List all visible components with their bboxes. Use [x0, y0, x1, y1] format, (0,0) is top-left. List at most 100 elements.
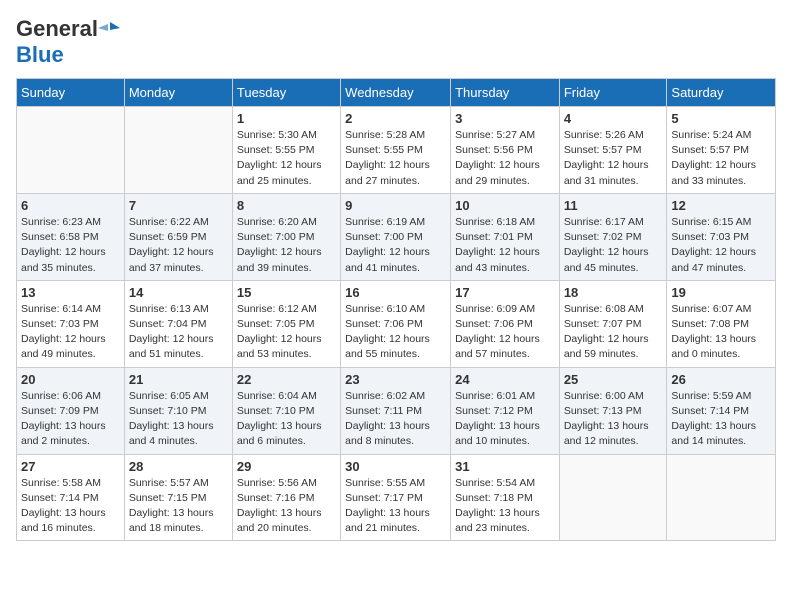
page-header: General Blue	[16, 16, 776, 68]
day-info: Sunrise: 5:58 AMSunset: 7:14 PMDaylight:…	[21, 476, 120, 537]
day-info: Sunrise: 6:10 AMSunset: 7:06 PMDaylight:…	[345, 302, 446, 363]
day-number: 31	[455, 459, 555, 474]
day-info: Sunrise: 5:28 AMSunset: 5:55 PMDaylight:…	[345, 128, 446, 189]
calendar-cell: 26 Sunrise: 5:59 AMSunset: 7:14 PMDayligh…	[667, 367, 776, 454]
col-monday: Monday	[124, 79, 232, 107]
day-number: 26	[671, 372, 771, 387]
calendar-cell: 24 Sunrise: 6:01 AMSunset: 7:12 PMDayligh…	[451, 367, 560, 454]
day-number: 10	[455, 198, 555, 213]
col-saturday: Saturday	[667, 79, 776, 107]
day-number: 30	[345, 459, 446, 474]
calendar-cell: 29Sunrise: 5:56 AMSunset: 7:16 PMDayligh…	[232, 454, 340, 541]
col-thursday: Thursday	[451, 79, 560, 107]
calendar-cell: 30 Sunrise: 5:55 AMSunset: 7:17 PMDayligh…	[341, 454, 451, 541]
day-number: 7	[129, 198, 228, 213]
day-info: Sunrise: 5:59 AMSunset: 7:14 PMDaylight:…	[671, 389, 771, 450]
calendar-cell: 4 Sunrise: 5:26 AMSunset: 5:57 PMDaylight…	[559, 107, 667, 194]
calendar-cell: 31 Sunrise: 5:54 AMSunset: 7:18 PMDayligh…	[451, 454, 560, 541]
calendar-cell: 6 Sunrise: 6:23 AMSunset: 6:58 PMDaylight…	[17, 193, 125, 280]
col-sunday: Sunday	[17, 79, 125, 107]
day-number: 20	[21, 372, 120, 387]
logo-blue: Blue	[16, 42, 64, 67]
calendar-cell: 18 Sunrise: 6:08 AMSunset: 7:07 PMDayligh…	[559, 280, 667, 367]
day-info: Sunrise: 6:02 AMSunset: 7:11 PMDaylight:…	[345, 389, 446, 450]
calendar-week-row: 1 Sunrise: 5:30 AMSunset: 5:55 PMDaylight…	[17, 107, 776, 194]
day-number: 15	[237, 285, 336, 300]
calendar-cell: 2 Sunrise: 5:28 AMSunset: 5:55 PMDaylight…	[341, 107, 451, 194]
calendar-cell: 5 Sunrise: 5:24 AMSunset: 5:57 PMDaylight…	[667, 107, 776, 194]
calendar-cell	[559, 454, 667, 541]
day-number: 28	[129, 459, 228, 474]
day-info: Sunrise: 5:54 AMSunset: 7:18 PMDaylight:…	[455, 476, 555, 537]
calendar-cell: 12 Sunrise: 6:15 AMSunset: 7:03 PMDayligh…	[667, 193, 776, 280]
calendar-cell	[124, 107, 232, 194]
day-info: Sunrise: 6:13 AMSunset: 7:04 PMDaylight:…	[129, 302, 228, 363]
day-number: 25	[564, 372, 663, 387]
calendar-cell: 8 Sunrise: 6:20 AMSunset: 7:00 PMDaylight…	[232, 193, 340, 280]
calendar-cell: 1 Sunrise: 5:30 AMSunset: 5:55 PMDaylight…	[232, 107, 340, 194]
day-info: Sunrise: 6:01 AMSunset: 7:12 PMDaylight:…	[455, 389, 555, 450]
day-info: Sunrise: 6:08 AMSunset: 7:07 PMDaylight:…	[564, 302, 663, 363]
calendar-cell: 21Sunrise: 6:05 AMSunset: 7:10 PMDayligh…	[124, 367, 232, 454]
day-number: 22	[237, 372, 336, 387]
day-info: Sunrise: 6:18 AMSunset: 7:01 PMDaylight:…	[455, 215, 555, 276]
col-friday: Friday	[559, 79, 667, 107]
day-info: Sunrise: 6:09 AMSunset: 7:06 PMDaylight:…	[455, 302, 555, 363]
day-number: 8	[237, 198, 336, 213]
day-info: Sunrise: 6:15 AMSunset: 7:03 PMDaylight:…	[671, 215, 771, 276]
day-info: Sunrise: 6:20 AMSunset: 7:00 PMDaylight:…	[237, 215, 336, 276]
day-info: Sunrise: 5:26 AMSunset: 5:57 PMDaylight:…	[564, 128, 663, 189]
day-info: Sunrise: 5:27 AMSunset: 5:56 PMDaylight:…	[455, 128, 555, 189]
calendar-cell: 15 Sunrise: 6:12 AMSunset: 7:05 PMDayligh…	[232, 280, 340, 367]
calendar-cell: 23 Sunrise: 6:02 AMSunset: 7:11 PMDayligh…	[341, 367, 451, 454]
day-number: 23	[345, 372, 446, 387]
day-info: Sunrise: 6:22 AMSunset: 6:59 PMDaylight:…	[129, 215, 228, 276]
day-number: 1	[237, 111, 336, 126]
day-info: Sunrise: 5:55 AMSunset: 7:17 PMDaylight:…	[345, 476, 446, 537]
calendar-cell: 27 Sunrise: 5:58 AMSunset: 7:14 PMDayligh…	[17, 454, 125, 541]
day-number: 6	[21, 198, 120, 213]
calendar-week-row: 27 Sunrise: 5:58 AMSunset: 7:14 PMDayligh…	[17, 454, 776, 541]
day-info: Sunrise: 6:23 AMSunset: 6:58 PMDaylight:…	[21, 215, 120, 276]
day-number: 17	[455, 285, 555, 300]
logo-general: General	[16, 16, 98, 42]
calendar-week-row: 13 Sunrise: 6:14 AMSunset: 7:03 PMDayligh…	[17, 280, 776, 367]
day-info: Sunrise: 6:12 AMSunset: 7:05 PMDaylight:…	[237, 302, 336, 363]
calendar-cell: 9Sunrise: 6:19 AMSunset: 7:00 PMDaylight…	[341, 193, 451, 280]
day-number: 29	[237, 459, 336, 474]
day-number: 18	[564, 285, 663, 300]
calendar-cell: 10 Sunrise: 6:18 AMSunset: 7:01 PMDayligh…	[451, 193, 560, 280]
calendar-cell: 25Sunrise: 6:00 AMSunset: 7:13 PMDayligh…	[559, 367, 667, 454]
calendar-table: Sunday Monday Tuesday Wednesday Thursday…	[16, 78, 776, 541]
calendar-week-row: 20 Sunrise: 6:06 AMSunset: 7:09 PMDayligh…	[17, 367, 776, 454]
day-number: 19	[671, 285, 771, 300]
calendar-cell: 28Sunrise: 5:57 AMSunset: 7:15 PMDayligh…	[124, 454, 232, 541]
day-number: 13	[21, 285, 120, 300]
day-number: 12	[671, 198, 771, 213]
day-number: 16	[345, 285, 446, 300]
day-info: Sunrise: 5:30 AMSunset: 5:55 PMDaylight:…	[237, 128, 336, 189]
calendar-cell: 19Sunrise: 6:07 AMSunset: 7:08 PMDayligh…	[667, 280, 776, 367]
day-number: 9	[345, 198, 446, 213]
day-number: 2	[345, 111, 446, 126]
day-info: Sunrise: 5:24 AMSunset: 5:57 PMDaylight:…	[671, 128, 771, 189]
day-info: Sunrise: 6:14 AMSunset: 7:03 PMDaylight:…	[21, 302, 120, 363]
calendar-cell	[17, 107, 125, 194]
day-number: 3	[455, 111, 555, 126]
calendar-cell: 3 Sunrise: 5:27 AMSunset: 5:56 PMDaylight…	[451, 107, 560, 194]
calendar-cell: 20 Sunrise: 6:06 AMSunset: 7:09 PMDayligh…	[17, 367, 125, 454]
logo: General Blue	[16, 16, 120, 68]
calendar-cell: 13 Sunrise: 6:14 AMSunset: 7:03 PMDayligh…	[17, 280, 125, 367]
calendar-cell: 17 Sunrise: 6:09 AMSunset: 7:06 PMDayligh…	[451, 280, 560, 367]
calendar-cell	[667, 454, 776, 541]
day-info: Sunrise: 6:17 AMSunset: 7:02 PMDaylight:…	[564, 215, 663, 276]
day-number: 24	[455, 372, 555, 387]
day-number: 27	[21, 459, 120, 474]
day-number: 14	[129, 285, 228, 300]
header-row: Sunday Monday Tuesday Wednesday Thursday…	[17, 79, 776, 107]
day-info: Sunrise: 6:04 AMSunset: 7:10 PMDaylight:…	[237, 389, 336, 450]
day-info: Sunrise: 6:06 AMSunset: 7:09 PMDaylight:…	[21, 389, 120, 450]
day-number: 4	[564, 111, 663, 126]
calendar-cell: 7 Sunrise: 6:22 AMSunset: 6:59 PMDaylight…	[124, 193, 232, 280]
day-number: 5	[671, 111, 771, 126]
